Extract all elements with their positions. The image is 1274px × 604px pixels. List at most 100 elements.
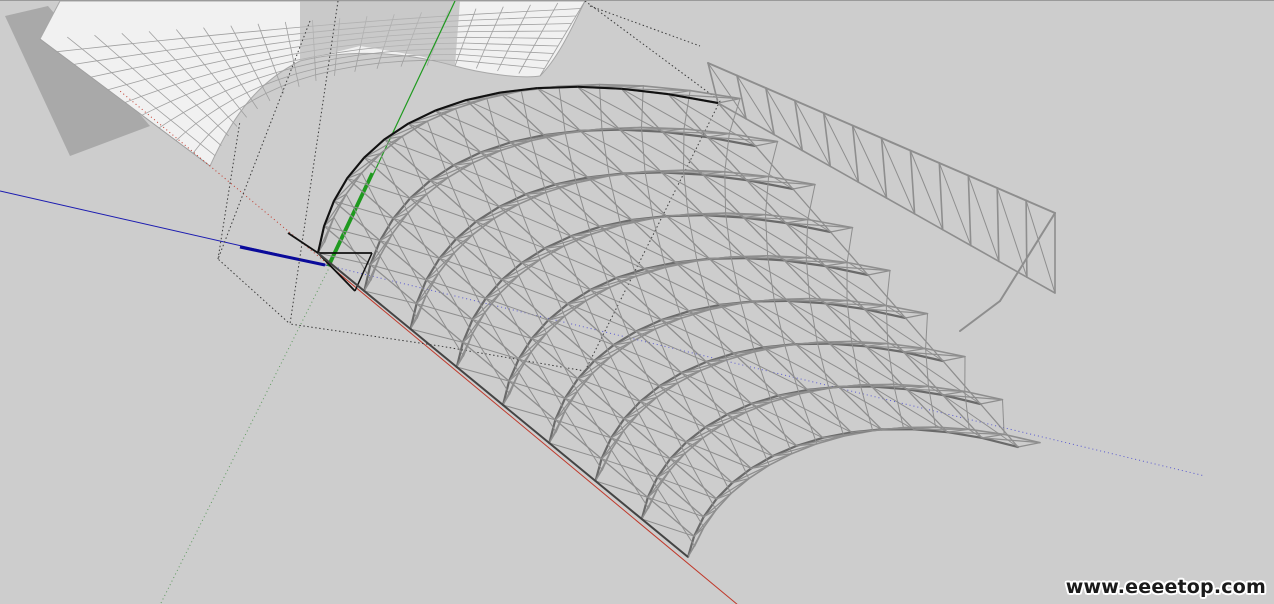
bay-diagonal: [554, 184, 633, 221]
bay-diagonal: [722, 423, 750, 480]
bay-diagonal: [635, 275, 656, 330]
wall-bottom-chord: [717, 102, 747, 120]
surface-grid-line: [265, 86, 282, 94]
web-vertical: [942, 390, 966, 396]
purlin: [409, 197, 457, 240]
purlin: [499, 91, 545, 136]
purlin: [543, 134, 589, 179]
3d-scene[interactable]: [0, 1, 1274, 604]
bay-diagonal: [680, 317, 702, 371]
surface-grid-line: [356, 62, 379, 67]
purlin: [719, 304, 765, 349]
bay-diagonal: [577, 86, 663, 133]
bay-diagonal: [426, 120, 449, 178]
purlin: [661, 131, 704, 176]
purlin: [579, 130, 625, 175]
purlin: [392, 217, 441, 260]
bay-diagonal: [587, 177, 667, 217]
bay-diagonal: [383, 138, 455, 166]
purlin: [383, 138, 431, 182]
bay-diagonal: [609, 286, 633, 343]
bay-diagonal: [539, 259, 566, 317]
space-frame-structure[interactable]: [316, 62, 1056, 559]
bay-diagonal: [499, 92, 581, 132]
purlin: [622, 172, 668, 217]
bay-diagonal: [531, 140, 547, 193]
bay-diagonal: [665, 215, 747, 259]
bay-diagonal: [725, 212, 732, 258]
purlin: [465, 99, 512, 143]
wall-diagonal: [852, 125, 887, 199]
bay-diagonal: [754, 351, 773, 403]
bay-diagonal: [730, 256, 742, 304]
bay-diagonal: [677, 382, 704, 439]
bay-diagonal: [536, 87, 621, 131]
bay-diagonal: [599, 84, 603, 130]
wall-bottom-chord: [941, 228, 972, 247]
bay-diagonal: [510, 141, 589, 178]
bay-diagonal: [816, 341, 830, 389]
web-vertical: [904, 313, 929, 319]
purlin: [669, 458, 718, 500]
wall-post: [822, 112, 832, 168]
purlin: [704, 426, 752, 470]
purlin: [567, 303, 615, 346]
bay-diagonal: [429, 180, 500, 208]
bay-diagonal: [361, 172, 393, 235]
surface-grid-line: [315, 69, 336, 76]
watermark-text: www.eeeetop.com: [1065, 576, 1266, 598]
purlin: [518, 358, 566, 400]
web-vertical: [806, 387, 830, 391]
bay-diagonal: [484, 312, 520, 373]
purlin: [577, 86, 621, 131]
bay-diagonal: [401, 135, 427, 195]
purlin: [623, 418, 671, 460]
bay-diagonal: [493, 218, 520, 276]
modeling-viewport[interactable]: www.eeeetop.com: [0, 0, 1274, 604]
web-diagonal: [615, 266, 667, 279]
purlin: [702, 173, 745, 219]
purlin: [751, 300, 797, 345]
bay-diagonal: [620, 224, 637, 277]
web-diagonal: [660, 308, 711, 321]
web-vertical: [706, 133, 730, 138]
web-vertical: [863, 304, 887, 310]
bay-diagonal: [767, 255, 775, 301]
bay-diagonal: [576, 391, 612, 451]
bay-diagonal: [585, 300, 612, 358]
wall-post: [938, 162, 944, 231]
web-vertical: [979, 399, 1004, 405]
web-diagonal: [525, 182, 577, 195]
bay-diagonal: [700, 370, 724, 425]
wall-bottom-chord: [969, 244, 1000, 263]
surface-grid-line: [281, 79, 298, 87]
web-vertical: [1017, 442, 1041, 448]
bay-diagonal: [726, 359, 747, 413]
bay-diagonal: [683, 169, 689, 215]
purlin: [508, 380, 556, 421]
bay-diagonal: [619, 129, 704, 176]
web-vertical: [785, 218, 809, 224]
web-vertical: [717, 97, 741, 104]
bay-diagonal: [455, 108, 474, 164]
bay-diagonal: [426, 193, 455, 254]
web-vertical: [902, 347, 927, 353]
bay-diagonal: [664, 266, 682, 319]
bay-diagonal: [472, 234, 501, 294]
wall-post: [996, 187, 1000, 263]
wall-post: [851, 124, 860, 183]
bay-diagonal: [447, 176, 473, 236]
bay-diagonal: [407, 123, 482, 153]
surface-grid-line: [336, 54, 359, 59]
selected-arch-edge: [537, 85, 578, 90]
web-diagonal: [544, 233, 592, 249]
bay-diagonal: [773, 299, 786, 347]
purlin: [762, 346, 809, 391]
wall-bottom-chord: [885, 197, 916, 215]
green-axis-dotted: [159, 265, 331, 604]
wall-top-chord: [996, 187, 1028, 202]
bay-diagonal: [590, 233, 611, 288]
purlin: [587, 176, 633, 221]
bay-diagonal: [809, 298, 818, 343]
purlin: [547, 319, 595, 362]
